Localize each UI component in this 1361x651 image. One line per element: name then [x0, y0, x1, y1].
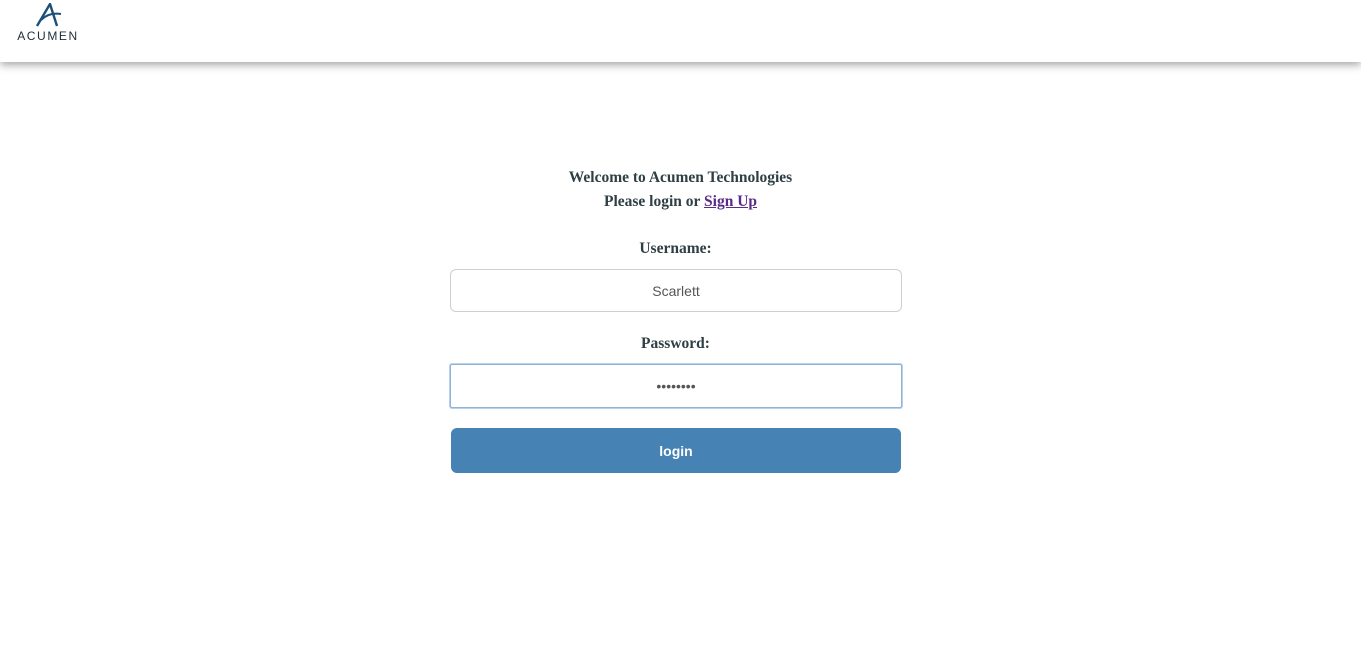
acumen-a-logo-icon	[35, 3, 62, 27]
login-button[interactable]: login	[451, 428, 901, 473]
username-label: Username:	[639, 240, 712, 257]
login-page: Welcome to Acumen Technologies Please lo…	[0, 62, 1361, 651]
password-input[interactable]	[450, 364, 902, 408]
password-label: Password:	[641, 335, 710, 352]
login-prompt: Please login or Sign Up	[0, 190, 1361, 214]
sign-up-link[interactable]: Sign Up	[704, 193, 757, 210]
login-prompt-text: Please login or	[603, 193, 705, 210]
username-input[interactable]	[450, 269, 902, 312]
welcome-title: Welcome to Acumen Technologies	[568, 169, 793, 186]
acumen-logo[interactable]: ACUMEN	[11, 3, 85, 43]
top-header: ACUMEN	[0, 0, 1361, 62]
logo-text: ACUMEN	[17, 29, 79, 43]
welcome-message: Welcome to Acumen Technologies Please lo…	[0, 166, 1361, 214]
